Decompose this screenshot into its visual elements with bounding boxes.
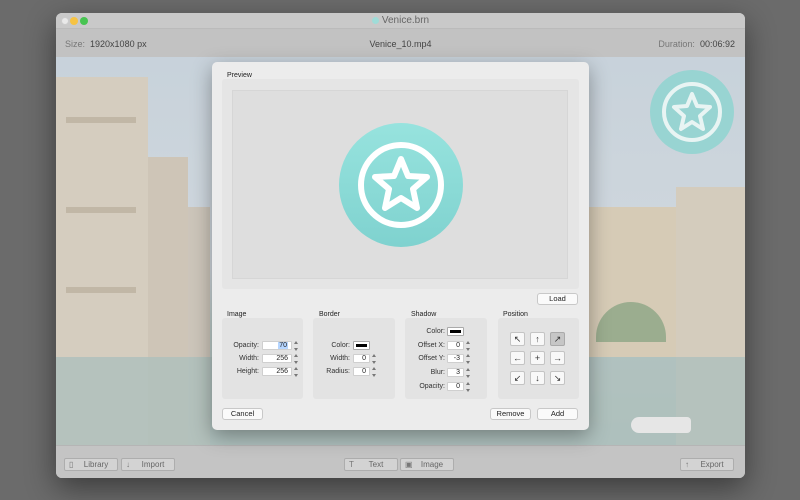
position-top-right-button[interactable]: ↗ [550, 332, 565, 346]
preview-label: Preview [227, 72, 252, 79]
shadow-section-label: Shadow [411, 311, 437, 318]
position-bottom-left-button[interactable]: ↙ [510, 371, 525, 385]
duration-info: Duration: 00:06:92 [658, 39, 735, 49]
height-field[interactable]: 256 [262, 367, 292, 376]
load-button[interactable]: Load [537, 293, 578, 305]
watermark-star-badge-icon[interactable] [649, 69, 735, 155]
image-settings-dialog: Preview Load Image Opacity: 70 Width: 25… [212, 62, 589, 430]
position-left-button[interactable]: ← [510, 351, 525, 365]
library-button[interactable]: ▯ Library [64, 458, 118, 471]
shadow-opacity-field[interactable]: 0 [447, 382, 464, 391]
width-stepper[interactable] [294, 354, 299, 364]
position-top-button[interactable]: ↑ [530, 332, 545, 346]
position-bottom-right-button[interactable]: ↘ [550, 371, 565, 385]
window-title: Venice.brn [56, 15, 745, 26]
width-field[interactable]: 256 [262, 354, 292, 363]
border-radius-field[interactable]: 0 [353, 367, 370, 376]
position-top-left-button[interactable]: ↖ [510, 332, 525, 346]
height-stepper[interactable] [294, 367, 299, 377]
import-button[interactable]: ↓ Import [121, 458, 175, 471]
opacity-field[interactable]: 70 [262, 341, 292, 350]
border-color-well[interactable] [353, 341, 370, 350]
video-filename: Venice_10.mp4 [369, 39, 432, 49]
document-icon [371, 17, 379, 24]
offset-x-field[interactable]: 0 [447, 341, 464, 350]
bottom-toolbar: ▯ Library ↓ Import T Text ▣ Image ↑ Expo… [56, 445, 745, 478]
export-button[interactable]: ↑ Export [680, 458, 734, 471]
remove-button[interactable]: Remove [490, 408, 531, 420]
border-section-label: Border [319, 311, 341, 318]
preview-canvas [232, 90, 568, 279]
star-badge-icon [339, 123, 463, 247]
image-panel: Opacity: 70 Width: 256 Height: 256 [222, 318, 303, 399]
offset-x-stepper[interactable] [466, 341, 471, 351]
position-panel: ↖ ↑ ↗ ← + → ↙ ↓ ↘ [498, 318, 579, 399]
position-bottom-button[interactable]: ↓ [530, 371, 545, 385]
preview-box [222, 79, 579, 289]
offset-y-stepper[interactable] [466, 354, 471, 364]
shadow-panel: Color: Offset X: 0 Offset Y: -3 Blur: 3 … [405, 318, 487, 399]
blur-stepper[interactable] [466, 368, 471, 378]
add-button[interactable]: Add [537, 408, 578, 420]
shadow-color-well[interactable] [447, 327, 464, 336]
position-section-label: Position [503, 311, 528, 318]
image-section-label: Image [227, 311, 247, 318]
image-button[interactable]: ▣ Image [400, 458, 454, 471]
border-width-stepper[interactable] [372, 354, 377, 364]
border-width-field[interactable]: 0 [353, 354, 370, 363]
offset-y-field[interactable]: -3 [447, 354, 464, 363]
title-bar: Venice.brn [56, 13, 745, 29]
border-radius-stepper[interactable] [372, 367, 377, 377]
cancel-button[interactable]: Cancel [222, 408, 263, 420]
opacity-stepper[interactable] [294, 341, 299, 351]
blur-field[interactable]: 3 [447, 368, 464, 377]
text-button[interactable]: T Text [344, 458, 398, 471]
position-center-button[interactable]: + [530, 351, 545, 365]
position-right-button[interactable]: → [550, 351, 565, 365]
info-bar: Size: 1920x1080 px Venice_10.mp4 Duratio… [56, 29, 745, 57]
border-panel: Color: Width: 0 Radius: 0 [313, 318, 395, 399]
shadow-opacity-stepper[interactable] [466, 382, 471, 392]
